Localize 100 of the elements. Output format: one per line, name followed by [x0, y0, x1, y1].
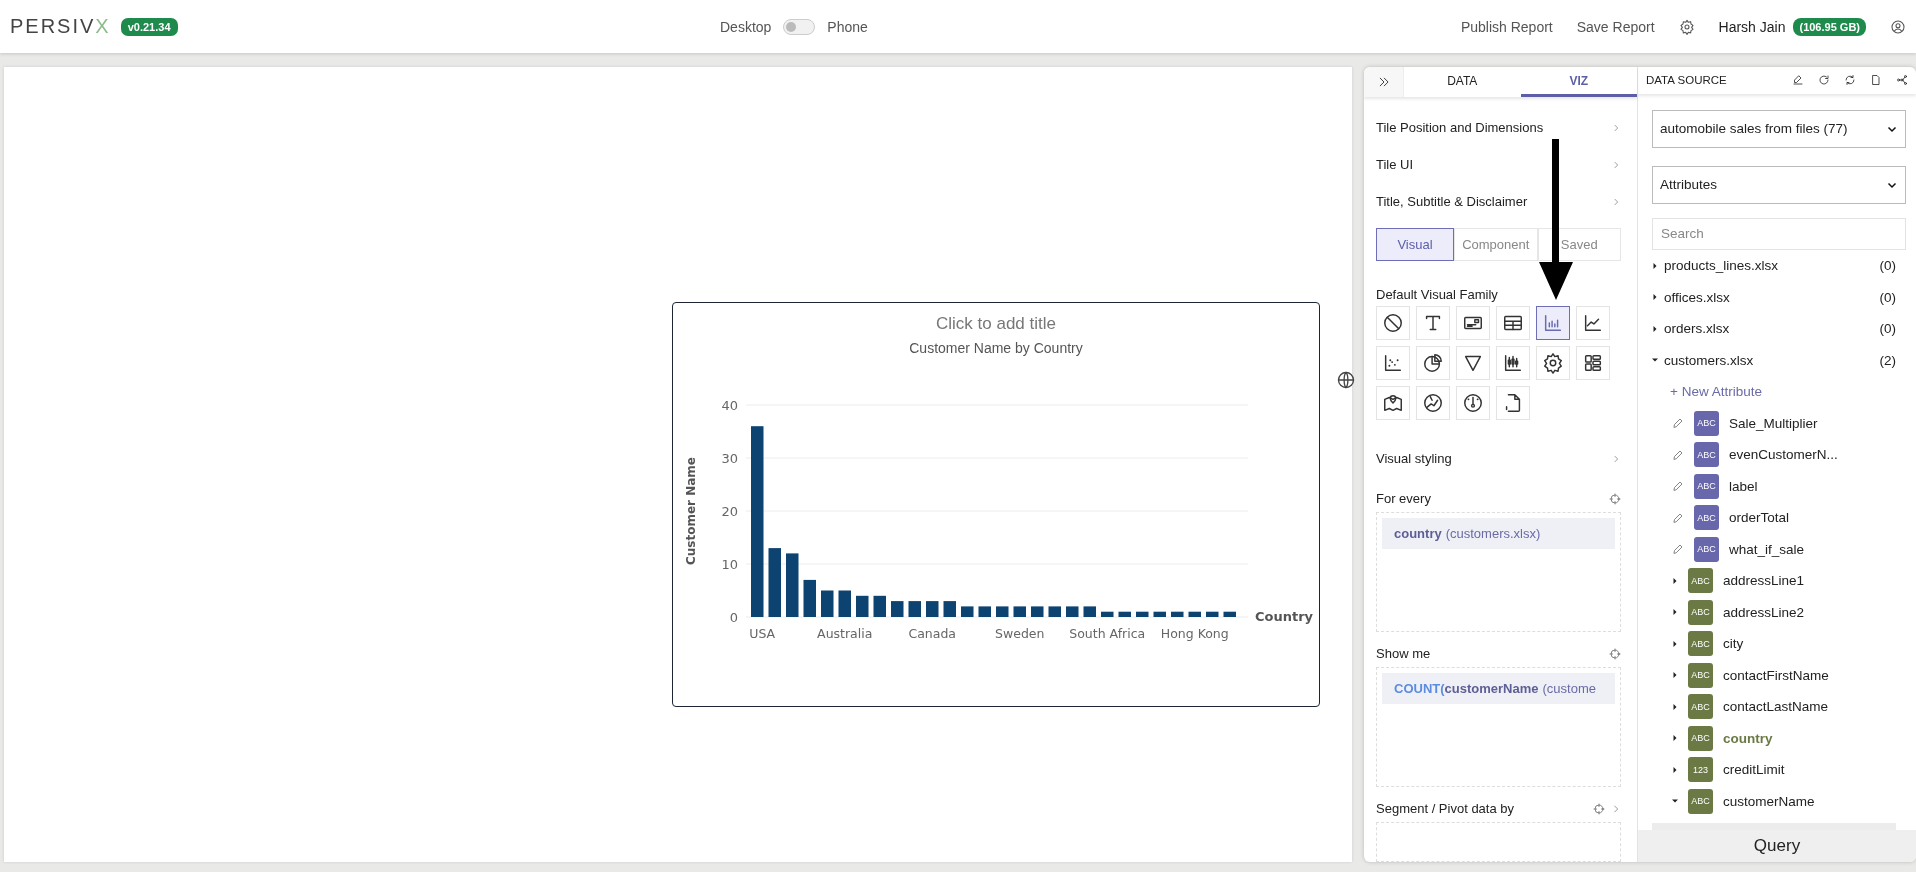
attribute-item[interactable]: city — [1723, 636, 1744, 652]
storage-badge: (106.95 GB) — [1793, 17, 1866, 36]
bar — [803, 579, 816, 617]
version-badge: v0.21.34 — [120, 17, 178, 36]
prohibited-icon — [1382, 312, 1404, 334]
pencil-icon — [1672, 480, 1684, 493]
attribute-item[interactable]: creditLimit — [1723, 762, 1785, 778]
bar — [873, 595, 886, 617]
attribute-item[interactable]: Sale_Multiplier — [1729, 415, 1818, 431]
chevron-right-icon — [1611, 803, 1621, 814]
desktop-label: Desktop — [720, 18, 772, 35]
mode-tab[interactable]: Visual — [1376, 228, 1454, 261]
candlestick-icon — [1502, 352, 1524, 374]
bar — [1066, 606, 1079, 617]
view-select[interactable]: Attributes — [1652, 165, 1906, 204]
type-badge: ABC — [1688, 631, 1713, 657]
layout-icon — [1582, 352, 1604, 374]
header-link[interactable]: Publish Report — [1460, 18, 1553, 35]
caret-right-icon[interactable] — [1652, 293, 1658, 302]
mode-tab[interactable]: Saved — [1537, 228, 1621, 261]
query-button[interactable]: Query — [1638, 829, 1916, 862]
caret-right-icon[interactable] — [1672, 765, 1678, 774]
caret-right-icon[interactable] — [1672, 734, 1678, 743]
panel-tab[interactable]: VIZ — [1520, 67, 1637, 97]
table-item[interactable]: offices.xlsx (0) — [1652, 281, 1906, 313]
type-badge: ABC — [1688, 599, 1713, 625]
refresh-icon — [1818, 74, 1830, 87]
new-attribute-link[interactable]: + New Attribute — [1652, 375, 1906, 408]
section-label: Default Visual Family — [1376, 287, 1499, 302]
attribute-item[interactable]: addressLine2 — [1723, 604, 1805, 620]
header-link[interactable]: Save Report — [1576, 18, 1655, 35]
attribute-item[interactable]: label — [1729, 478, 1758, 494]
scatter-chart-icon — [1382, 352, 1404, 374]
bar — [908, 601, 921, 617]
search-field[interactable]: Search — [1652, 217, 1906, 250]
x-tick-label: Canada — [908, 626, 957, 641]
bar — [891, 601, 904, 617]
attribute-item[interactable]: what_if_sale — [1729, 541, 1805, 557]
pencil-icon — [1672, 511, 1684, 524]
field-pill[interactable]: country (customers.xlsx) — [1382, 518, 1615, 549]
type-badge: 123 — [1688, 757, 1713, 783]
mode-tab[interactable]: Component — [1454, 228, 1538, 261]
chevron-right-icon — [1611, 122, 1621, 133]
section-header[interactable]: Title, Subtitle & Disclaimer — [1376, 183, 1621, 220]
x-tick-label: South Africa — [1069, 626, 1146, 641]
caret-right-icon[interactable] — [1652, 261, 1658, 270]
table-item[interactable]: orders.xlsx (0) — [1652, 312, 1906, 345]
attribute-item[interactable]: addressLine1 — [1723, 573, 1805, 589]
section-header[interactable]: Tile UI — [1376, 146, 1621, 183]
field-pill[interactable]: COUNT(customerName (custome — [1382, 673, 1615, 704]
y-tick-label: 0 — [729, 610, 738, 625]
data-source-select[interactable]: automobile sales from files (77) — [1652, 109, 1906, 148]
caret-right-icon[interactable] — [1672, 576, 1678, 585]
section-header[interactable]: Visual styling — [1376, 440, 1621, 477]
logo: PERSIVX — [10, 15, 111, 38]
bar — [786, 553, 799, 617]
line-chart-icon — [1582, 312, 1604, 334]
bar — [1048, 606, 1061, 617]
bar — [996, 606, 1009, 617]
chart-tile[interactable]: Click to add title Customer Name by Country 0 10 20 30 40 USA Australia Canada Sweden South Africa Hong Kong Country Customer Name — [672, 302, 1320, 707]
attribute-item[interactable]: evenCustomerN... — [1729, 447, 1838, 463]
globe-icon — [1336, 370, 1356, 390]
section-header[interactable]: Tile Position and Dimensions — [1376, 109, 1621, 146]
bar — [978, 606, 991, 617]
x-tick-label: Sweden — [995, 626, 1045, 641]
y-tick-label: 10 — [721, 557, 738, 572]
sync-icon — [1844, 74, 1856, 87]
type-badge: ABC — [1694, 442, 1719, 468]
table-item[interactable]: customers.xlsx (2) — [1652, 344, 1906, 376]
bar — [1206, 611, 1219, 617]
attribute-item[interactable]: contactFirstName — [1723, 667, 1829, 683]
attribute-item[interactable]: orderTotal — [1729, 510, 1790, 526]
pencil-icon — [1672, 448, 1684, 461]
y-tick-label: 40 — [721, 398, 738, 413]
bar — [1153, 611, 1166, 617]
panel-tab[interactable]: DATA — [1404, 67, 1521, 97]
caret-right-icon[interactable] — [1652, 324, 1658, 333]
bar — [961, 606, 974, 617]
type-badge: ABC — [1688, 725, 1713, 751]
pie-chart-icon — [1422, 352, 1444, 374]
drop-zone[interactable]: COUNT(customerName (custome — [1376, 667, 1621, 787]
shelf-label: Segment / Pivot data by — [1376, 801, 1515, 816]
attribute-item[interactable]: contactLastName — [1723, 699, 1829, 715]
attribute-item[interactable]: customerName — [1723, 793, 1815, 809]
tile-title[interactable]: Click to add title — [673, 314, 1319, 334]
attribute-item[interactable]: country — [1723, 730, 1773, 746]
crosshair-icon — [1593, 802, 1605, 815]
x-axis-title: Country — [1255, 609, 1314, 624]
caret-right-icon[interactable] — [1672, 608, 1678, 617]
caret-right-icon[interactable] — [1672, 702, 1678, 711]
view-toggle[interactable] — [783, 18, 816, 35]
type-badge: ABC — [1694, 505, 1719, 531]
gauge-icon — [1462, 392, 1484, 414]
caret-right-icon[interactable] — [1672, 671, 1678, 680]
table-item[interactable]: products_lines.xlsx (0) — [1652, 249, 1906, 282]
phone-label: Phone — [827, 18, 868, 35]
shelf-label: Show me — [1376, 646, 1431, 661]
caret-right-icon[interactable] — [1672, 639, 1678, 648]
drop-zone[interactable]: country (customers.xlsx) — [1376, 512, 1621, 632]
bar — [1136, 611, 1149, 617]
